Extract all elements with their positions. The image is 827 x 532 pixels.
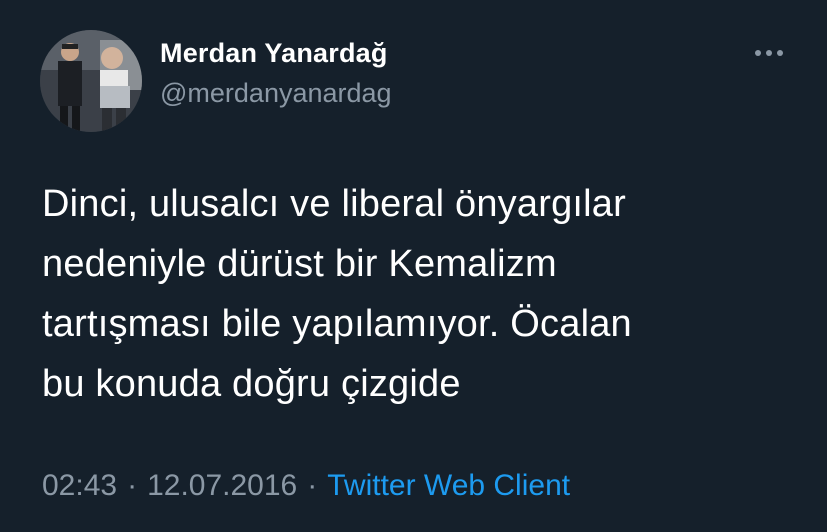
tweet-text-line: bu konuda doğru çizgide	[42, 363, 461, 405]
more-horizontal-icon	[755, 50, 783, 56]
author-display-name[interactable]: Merdan Yanardağ	[160, 36, 392, 70]
tweet-source-link[interactable]: Twitter Web Client	[327, 469, 570, 502]
tweet-text-line: Dinci, ulusalcı ve liberal önyargılar	[42, 183, 626, 225]
tweet-time[interactable]: 02:43	[42, 469, 117, 502]
tweet-text-line: tartışması bile yapılamıyor. Öcalan	[42, 303, 632, 345]
tweet-card: Merdan Yanardağ @merdanyanardag Dinci, u…	[0, 0, 827, 532]
meta-separator: ·	[127, 469, 138, 502]
avatar[interactable]	[40, 30, 142, 132]
tweet-text-line: nedeniyle dürüst bir Kemalizm	[42, 243, 557, 285]
tweet-text: Dinci, ulusalcı ve liberal önyargılar ne…	[42, 174, 802, 414]
tweet-meta: 02:43 · 12.07.2016 · Twitter Web Client	[42, 466, 570, 506]
tweet-date[interactable]: 12.07.2016	[147, 469, 297, 502]
meta-separator: ·	[307, 469, 318, 502]
profile-photo-icon	[40, 30, 142, 132]
author-handle[interactable]: @merdanyanardag	[160, 76, 392, 110]
more-options-button[interactable]	[744, 38, 794, 68]
author-info: Merdan Yanardağ @merdanyanardag	[160, 36, 392, 110]
